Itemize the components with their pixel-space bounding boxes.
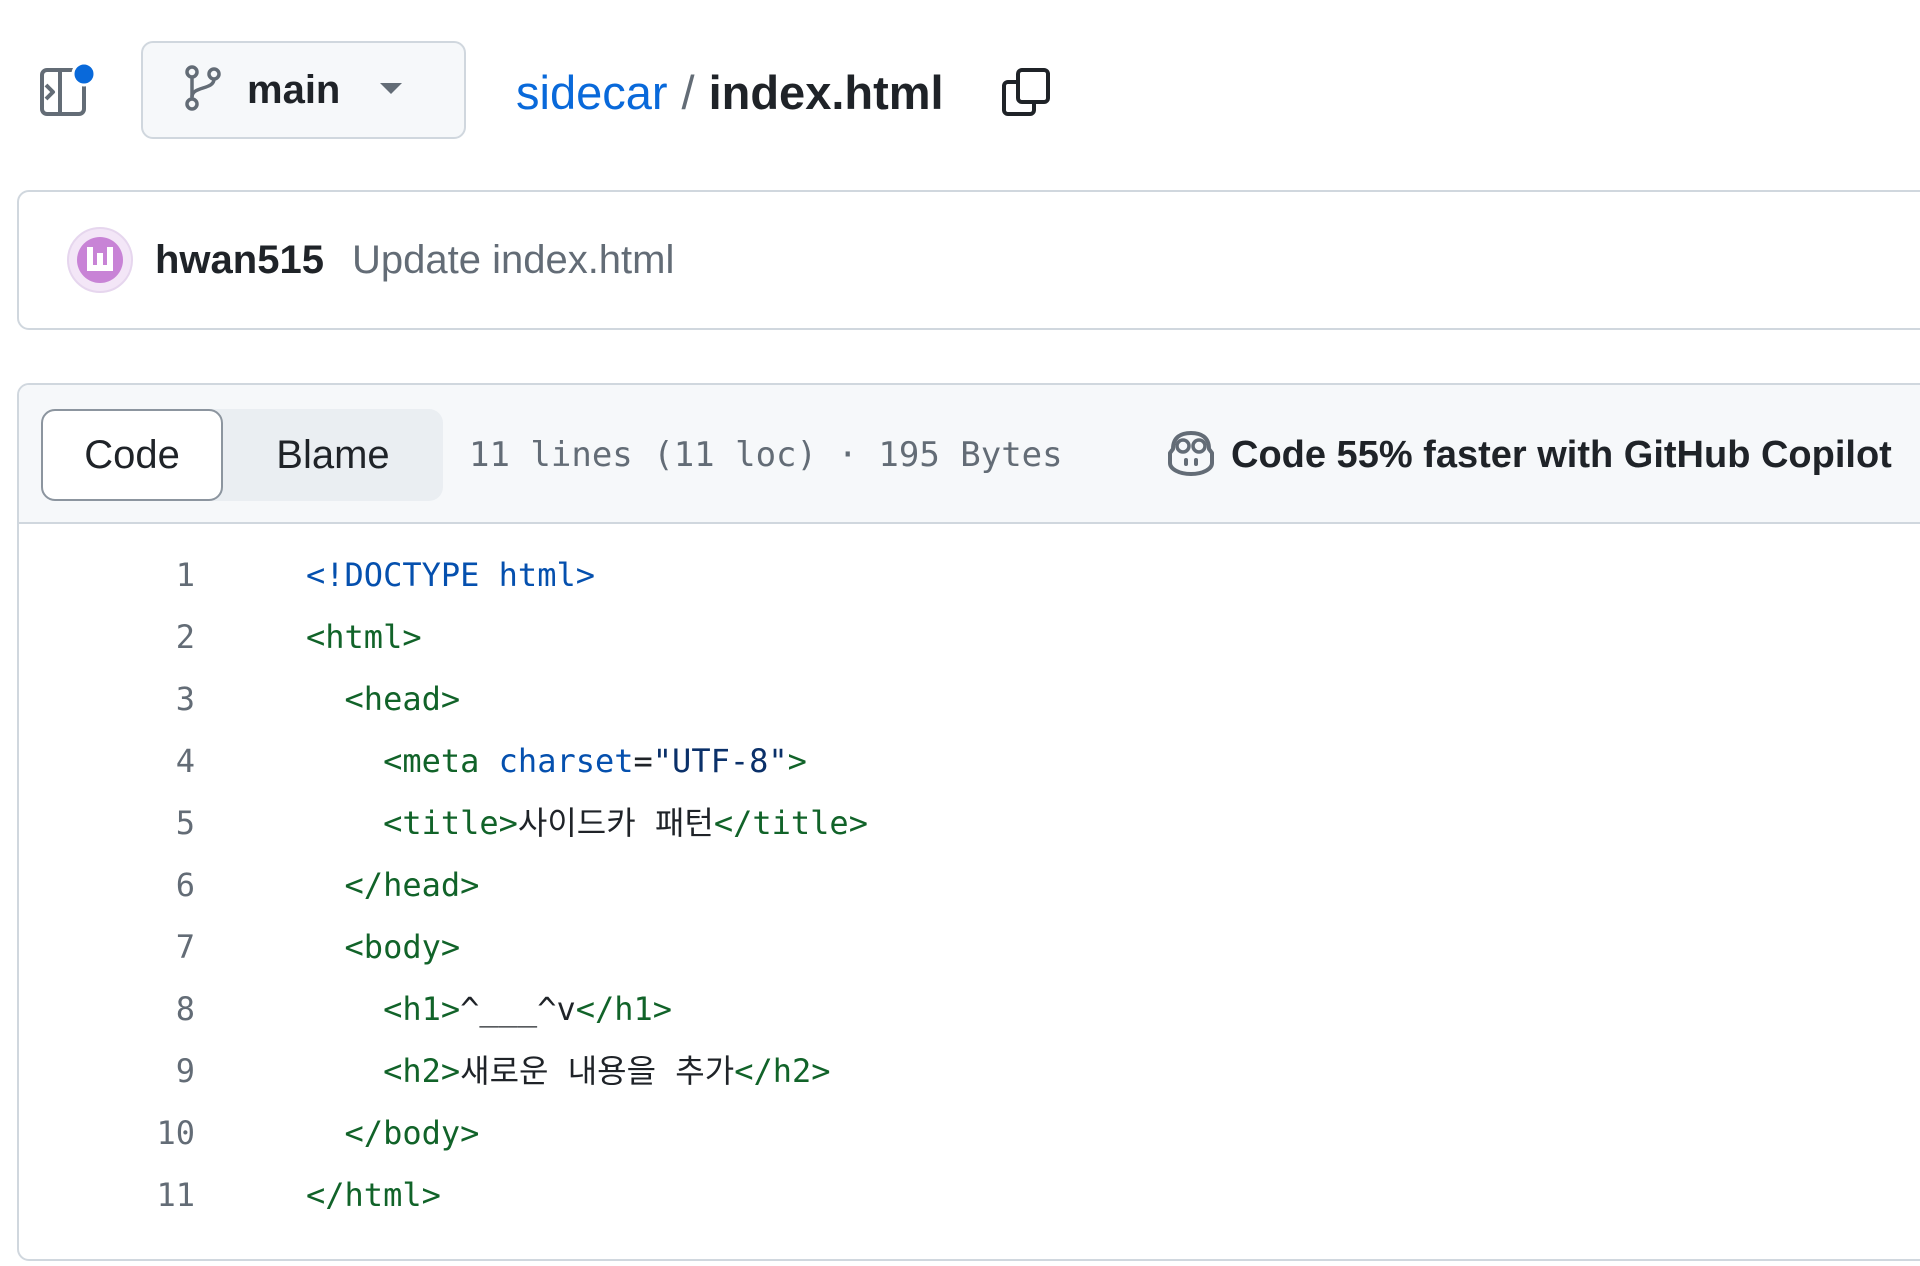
code-token: <body> [344,928,461,966]
code-line: 9 <h2>새로운 내용을 추가</h2> [19,1040,1920,1102]
code-token: charset [498,742,634,780]
code-line: 6 </head> [19,854,1920,916]
line-content: <h2>새로운 내용을 추가</h2> [306,1040,831,1102]
code-line: 5 <title>사이드카 패턴</title> [19,792,1920,854]
line-content: <title>사이드카 패턴</title> [306,792,868,854]
line-number[interactable]: 5 [75,792,195,854]
code-line: 2 <html> [19,606,1920,668]
code-token: </h1> [575,990,673,1028]
line-content: <meta charset="UTF-8"> [306,730,807,792]
file-toolbar: Code Blame 11 lines (11 loc) · 195 Bytes… [19,385,1920,524]
code-token: </head> [344,866,480,904]
code-token: "UTF-8" [652,742,788,780]
code-token: > [787,742,807,780]
line-number[interactable]: 10 [75,1102,195,1164]
code-line: 3 <head> [19,668,1920,730]
commit-author[interactable]: hwan515 [155,238,324,283]
copilot-icon [1165,429,1217,482]
file-info: 11 lines (11 loc) · 195 Bytes [469,435,1063,475]
code-token: <head> [344,680,461,718]
code-token: </html> [306,1176,441,1214]
sidebar-expand-icon[interactable] [38,62,96,120]
view-mode-toggle: Code Blame [41,409,443,501]
branch-selector-button[interactable]: main [141,41,466,139]
commit-message[interactable]: Update index.html [352,238,674,283]
git-branch-icon [183,64,223,117]
line-content: </head> [306,854,480,916]
line-content: </body> [306,1102,480,1164]
code-line: 1 <!DOCTYPE html> [19,544,1920,606]
line-number[interactable]: 9 [75,1040,195,1102]
code-token: </body> [344,1114,480,1152]
latest-commit-bar: hwan515 Update index.html [17,190,1920,330]
file-viewer: Code Blame 11 lines (11 loc) · 195 Bytes… [17,383,1920,1261]
code-token: 새로운 내용을 추가 [460,1052,735,1090]
code-token: <html> [306,618,422,656]
code-line: 10 </body> [19,1102,1920,1164]
code-token: <meta [383,742,499,780]
avatar[interactable] [67,227,133,293]
line-number[interactable]: 11 [75,1164,195,1226]
code-line: 4 <meta charset="UTF-8"> [19,730,1920,792]
code-token: <!DOCTYPE html> [306,556,595,594]
tab-code[interactable]: Code [41,409,223,501]
copilot-promo-text: Code 55% faster with GitHub Copilot [1231,434,1892,476]
copilot-promo-link[interactable]: Code 55% faster with GitHub Copilot [1165,429,1892,482]
code-token: 사이드카 패턴 [517,804,714,842]
line-content: <!DOCTYPE html> [306,544,595,606]
line-content: <head> [306,668,461,730]
line-number[interactable]: 3 [75,668,195,730]
code-token: <title> [383,804,518,842]
code-token: </h2> [734,1052,831,1090]
breadcrumb: sidecar / index.html [516,62,944,122]
code-token: = [633,742,653,780]
line-number[interactable]: 4 [75,730,195,792]
breadcrumb-file-name: index.html [708,65,944,119]
triangle-down-icon [380,81,403,100]
breadcrumb-separator: / [681,65,695,119]
line-number[interactable]: 2 [75,606,195,668]
line-number[interactable]: 8 [75,978,195,1040]
line-content: <html> [306,606,422,668]
code-listing: 1 <!DOCTYPE html> 2 <html> 3 <head> 4 <meta c… [19,544,1920,1226]
line-content: <body> [306,916,461,978]
line-content: <h1>^___^v</h1> [306,978,672,1040]
tab-blame[interactable]: Blame [223,409,443,501]
line-number[interactable]: 6 [75,854,195,916]
code-line: 11 </html> [19,1164,1920,1226]
line-content: </html> [306,1164,441,1226]
copy-icon[interactable] [1000,66,1054,120]
file-header: main sidecar / index.html [0,0,1920,185]
code-line: 8 <h1>^___^v</h1> [19,978,1920,1040]
code-token: </title> [713,804,868,842]
code-token: <h1> [383,990,461,1028]
code-token: ^___^v [460,990,576,1028]
code-token: <h2> [383,1052,461,1090]
line-number[interactable]: 1 [75,544,195,606]
breadcrumb-repo-link[interactable]: sidecar [516,65,668,120]
branch-name: main [247,67,341,112]
line-number[interactable]: 7 [75,916,195,978]
code-line: 7 <body> [19,916,1920,978]
